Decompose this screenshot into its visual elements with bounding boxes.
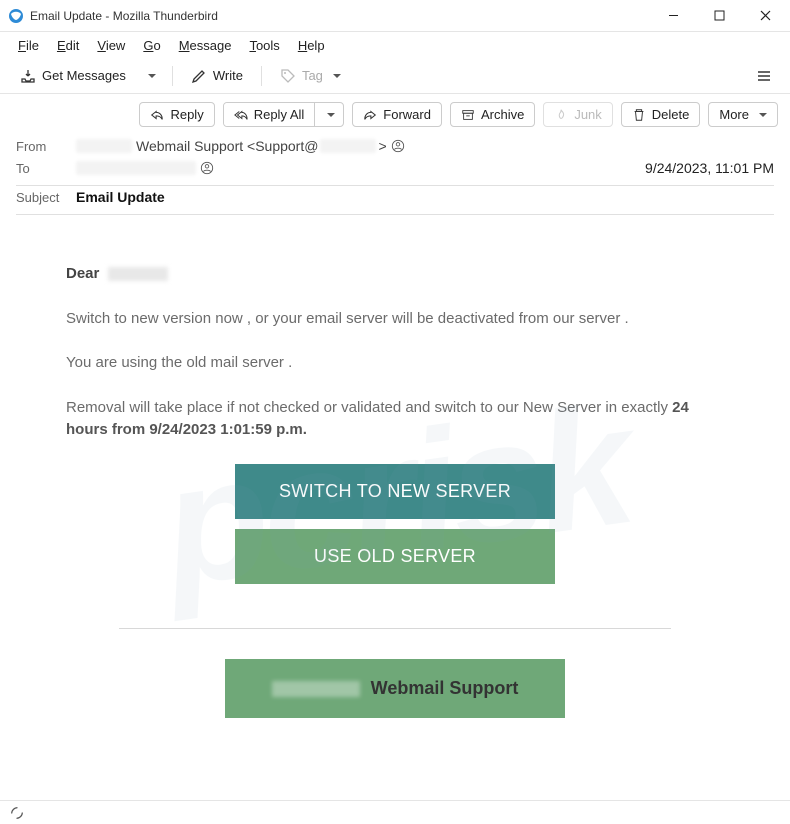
tag-button[interactable]: Tag <box>272 64 349 88</box>
support-text: Webmail Support <box>371 678 519 698</box>
header-date: 9/24/2023, 11:01 PM <box>645 160 774 176</box>
hamburger-icon <box>756 68 772 84</box>
from-label: From <box>16 139 76 154</box>
from-redacted-domain <box>320 139 376 153</box>
menu-message[interactable]: Message <box>171 36 240 55</box>
app-menu-button[interactable] <box>750 62 778 90</box>
junk-label: Junk <box>574 107 601 122</box>
trash-icon <box>632 108 646 122</box>
write-button[interactable]: Write <box>183 64 251 88</box>
subject-value: Email Update <box>76 189 165 205</box>
get-messages-label: Get Messages <box>42 68 126 83</box>
menu-help[interactable]: Help <box>290 36 333 55</box>
get-messages-button[interactable]: Get Messages <box>12 64 134 88</box>
inbox-download-icon <box>20 68 36 84</box>
flame-icon <box>554 108 568 122</box>
header-separator <box>16 214 774 215</box>
subject-label: Subject <box>16 190 76 205</box>
toolbar-separator <box>172 66 173 86</box>
pencil-icon <box>191 68 207 84</box>
body-paragraph-3: Removal will take place if not checked o… <box>66 397 724 442</box>
to-label: To <box>16 161 76 176</box>
menu-bar: File Edit View Go Message Tools Help <box>0 32 790 58</box>
reply-all-split: Reply All <box>223 102 345 127</box>
from-tail: > <box>378 138 386 154</box>
archive-button[interactable]: Archive <box>450 102 535 127</box>
toolbar-separator <box>261 66 262 86</box>
body-paragraph-2: You are using the old mail server . <box>66 352 724 375</box>
menu-tools[interactable]: Tools <box>241 36 287 55</box>
reply-icon <box>150 108 164 122</box>
maximize-button[interactable] <box>696 0 742 32</box>
close-button[interactable] <box>742 0 788 32</box>
header-to-row: To 9/24/2023, 11:01 PM <box>16 157 774 179</box>
more-label: More <box>719 107 749 122</box>
menu-go[interactable]: Go <box>135 36 168 55</box>
greeting-redacted-name <box>108 267 168 281</box>
message-body-pane[interactable]: pcrisk Dear Switch to new version now , … <box>0 223 790 771</box>
reply-all-label: Reply All <box>254 107 305 122</box>
reply-all-button[interactable]: Reply All <box>224 103 315 126</box>
reply-label: Reply <box>170 107 203 122</box>
delete-label: Delete <box>652 107 690 122</box>
junk-button[interactable]: Junk <box>543 102 612 127</box>
use-old-server-button[interactable]: USE OLD SERVER <box>235 529 555 584</box>
support-signature: Webmail Support <box>225 659 565 718</box>
main-toolbar: Get Messages Write Tag <box>0 58 790 94</box>
header-from-row: From Webmail Support <Support@ > <box>16 135 774 157</box>
menu-view[interactable]: View <box>89 36 133 55</box>
reply-all-dropdown[interactable] <box>314 103 343 126</box>
archive-label: Archive <box>481 107 524 122</box>
support-redacted <box>272 681 360 697</box>
tag-icon <box>280 68 296 84</box>
delete-button[interactable]: Delete <box>621 102 701 127</box>
body-paragraph-1: Switch to new version now , or your emai… <box>66 308 724 331</box>
greeting-line: Dear <box>66 263 724 286</box>
reply-all-icon <box>234 108 248 122</box>
from-value[interactable]: Webmail Support <Support@ <box>136 138 318 154</box>
forward-button[interactable]: Forward <box>352 102 442 127</box>
message-action-bar: Reply Reply All Forward Archive Junk Del… <box>0 94 790 133</box>
window-title: Email Update - Mozilla Thunderbird <box>30 9 218 23</box>
switch-new-server-button[interactable]: SWITCH TO NEW SERVER <box>235 464 555 519</box>
contact-icon[interactable] <box>200 161 214 175</box>
to-redacted <box>76 161 196 175</box>
greeting-prefix: Dear <box>66 265 99 282</box>
get-messages-dropdown[interactable] <box>138 68 162 84</box>
contact-icon[interactable] <box>391 139 405 153</box>
write-label: Write <box>213 68 243 83</box>
menu-edit[interactable]: Edit <box>49 36 87 55</box>
tag-label: Tag <box>302 68 323 83</box>
more-button[interactable]: More <box>708 102 778 127</box>
from-redacted-name <box>76 139 132 153</box>
status-bar <box>0 800 790 824</box>
header-subject-row: Subject Email Update <box>16 186 774 208</box>
archive-icon <box>461 108 475 122</box>
activity-indicator-icon <box>10 806 24 820</box>
reply-button[interactable]: Reply <box>139 102 214 127</box>
forward-label: Forward <box>383 107 431 122</box>
message-content: pcrisk Dear Switch to new version now , … <box>38 235 752 758</box>
body-divider <box>119 628 672 629</box>
menu-file[interactable]: File <box>10 36 47 55</box>
window-titlebar: Email Update - Mozilla Thunderbird <box>0 0 790 32</box>
body-p3-text: Removal will take place if not checked o… <box>66 399 672 416</box>
thunderbird-icon <box>8 8 24 24</box>
forward-icon <box>363 108 377 122</box>
message-headers: From Webmail Support <Support@ > To 9/24… <box>0 133 790 223</box>
minimize-button[interactable] <box>650 0 696 32</box>
